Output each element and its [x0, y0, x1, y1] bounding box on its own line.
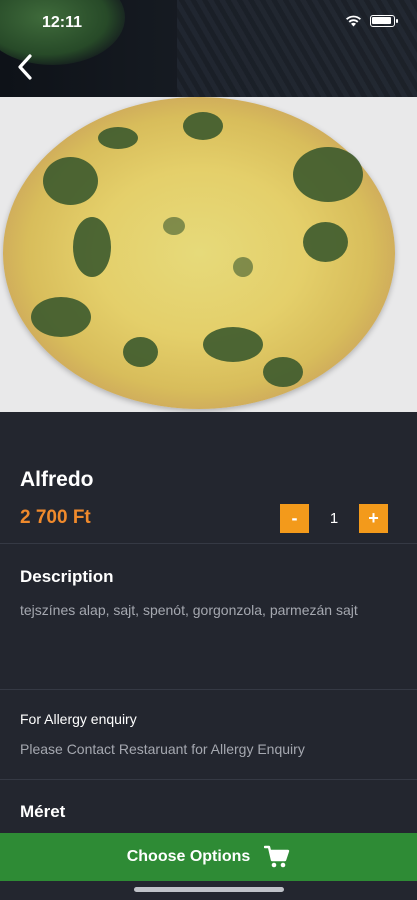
product-price: 2 700 Ft [20, 507, 91, 528]
description-text: tejszínes alap, sajt, spenót, gorgonzola… [20, 602, 358, 618]
allergy-text: Please Contact Restaruant for Allergy En… [20, 741, 305, 757]
divider [0, 779, 417, 780]
size-heading: Méret [20, 802, 66, 821]
quantity-stepper: - 1 + [280, 504, 388, 533]
back-button[interactable] [10, 50, 40, 84]
choose-options-label: Choose Options [126, 848, 251, 865]
product-name: Alfredo [20, 468, 94, 491]
cart-icon [264, 845, 290, 868]
product-image [0, 0, 417, 412]
pizza-photo [0, 97, 417, 412]
increment-button[interactable]: + [359, 504, 388, 533]
divider [0, 689, 417, 690]
battery-icon [370, 15, 398, 27]
description-heading: Description [20, 567, 114, 586]
wifi-icon [346, 15, 361, 27]
home-indicator [134, 887, 284, 892]
pizza [3, 97, 395, 409]
quantity-value: 1 [329, 510, 339, 527]
status-bar: 12:11 [0, 0, 417, 48]
chevron-left-icon [18, 54, 32, 80]
allergy-heading: For Allergy enquiry [20, 711, 137, 727]
status-time: 12:11 [42, 14, 83, 31]
divider [0, 543, 417, 544]
status-icons [345, 15, 398, 27]
decrement-button[interactable]: - [280, 504, 309, 533]
choose-options-button[interactable]: Choose Options [0, 833, 417, 881]
